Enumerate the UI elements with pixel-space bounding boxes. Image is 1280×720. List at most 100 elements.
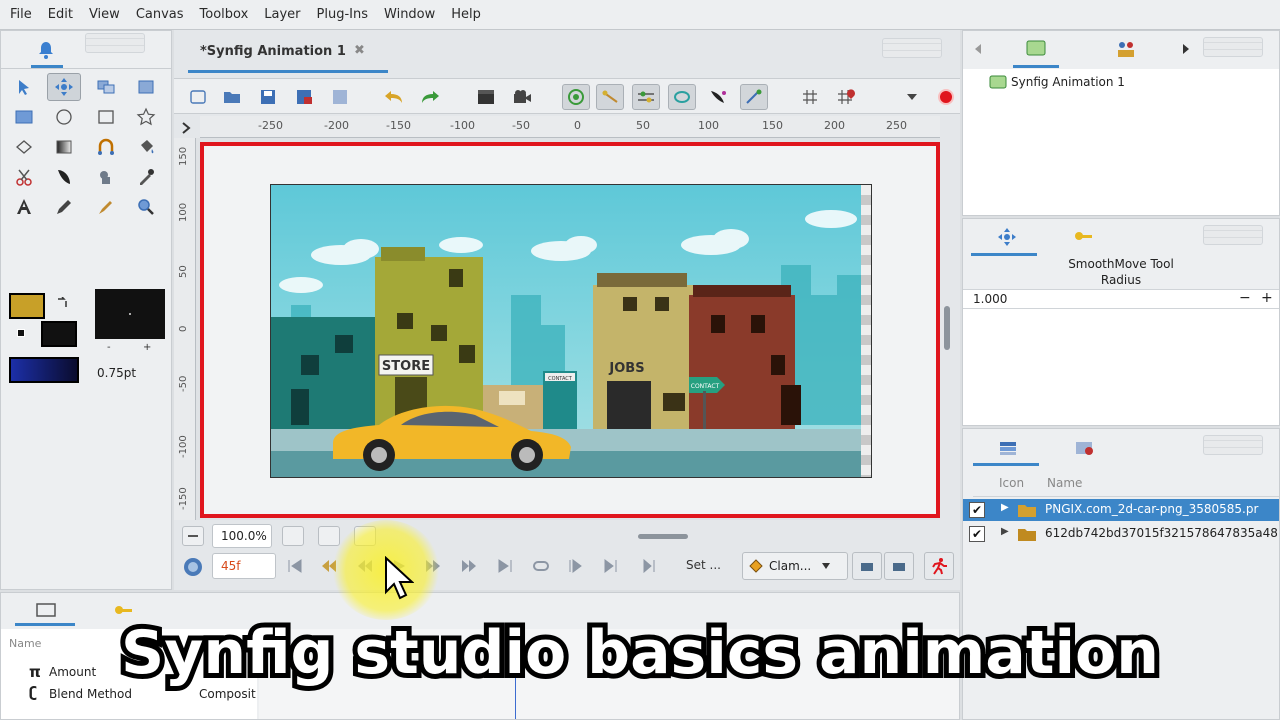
fill-color-swatch[interactable]: [41, 321, 77, 347]
menu-view[interactable]: View: [81, 7, 128, 22]
sets-icon[interactable]: [1073, 439, 1095, 457]
bounds-end-button[interactable]: [634, 553, 664, 579]
canvas-browser-item[interactable]: Synfig Animation 1: [989, 75, 1125, 89]
brush-size-value[interactable]: 0.75pt: [97, 366, 136, 380]
panel-grip[interactable]: [1203, 37, 1263, 57]
bounds-next-button[interactable]: [596, 553, 626, 579]
close-icon[interactable]: ✖: [354, 43, 365, 58]
layers-column-name[interactable]: Name: [1047, 476, 1082, 490]
expand-triangle-icon[interactable]: ▶: [1001, 502, 1009, 513]
smoothmove-tool[interactable]: [47, 73, 81, 101]
fill-tool[interactable]: [129, 133, 163, 161]
menu-canvas[interactable]: Canvas: [128, 7, 192, 22]
menu-plugins[interactable]: Plug-Ins: [309, 7, 376, 22]
rectangle-tool[interactable]: [89, 103, 123, 131]
toggle-bone-button[interactable]: [704, 84, 732, 110]
toggle-tangent-button[interactable]: [596, 84, 624, 110]
menu-edit[interactable]: Edit: [40, 7, 81, 22]
menu-toolbox[interactable]: Toolbox: [192, 7, 257, 22]
library-icon[interactable]: [1115, 39, 1137, 59]
save-as-button[interactable]: [290, 84, 318, 110]
mirror-tool[interactable]: [7, 103, 41, 131]
brush-size-minus[interactable]: -: [107, 342, 111, 353]
layer-row[interactable]: ✔ ▶ 612db742bd37015f321578647835a48: [963, 523, 1279, 545]
open-file-button[interactable]: [218, 84, 246, 110]
circle-tool[interactable]: [47, 103, 81, 131]
chevron-left-icon[interactable]: [973, 43, 983, 55]
menu-file[interactable]: File: [2, 7, 40, 22]
canvas-browser-icon[interactable]: [1025, 39, 1047, 57]
animation-mode-toggle[interactable]: [924, 552, 954, 580]
render-button[interactable]: [472, 84, 500, 110]
spline-tool[interactable]: [89, 133, 123, 161]
set-bounds-button[interactable]: Set ...: [686, 558, 721, 572]
reset-colors-icon[interactable]: [17, 329, 25, 337]
panel-grip[interactable]: [1203, 435, 1263, 455]
polygon-tool[interactable]: [7, 133, 41, 161]
preview-button[interactable]: [508, 84, 536, 110]
new-file-button[interactable]: [184, 84, 212, 110]
toggle-width-button[interactable]: [740, 84, 768, 110]
layers-icon[interactable]: [997, 439, 1019, 457]
panel-grip[interactable]: [85, 33, 145, 53]
tool-options-icon[interactable]: [997, 227, 1017, 247]
layer-visibility-checkbox[interactable]: ✔: [969, 502, 985, 518]
zoom-out-button[interactable]: [182, 526, 204, 546]
toolbar-overflow-button[interactable]: [898, 84, 926, 110]
toggle-radius-button[interactable]: [632, 84, 660, 110]
current-frame-field[interactable]: 45f: [212, 553, 276, 579]
expand-triangle-icon[interactable]: ▶: [1001, 526, 1009, 537]
zoom-field[interactable]: 100.0%: [212, 524, 272, 548]
cutout-tool[interactable]: [7, 163, 41, 191]
scale-tool[interactable]: [89, 73, 123, 101]
seek-begin-button[interactable]: [280, 553, 310, 579]
canvas-workarea[interactable]: STORE CONTACT JOBS CONTACT: [196, 138, 940, 520]
brush-tool[interactable]: [89, 193, 123, 221]
zoom-100-button[interactable]: [318, 526, 340, 546]
radius-increment[interactable]: +: [1261, 290, 1273, 306]
toggle-angle-button[interactable]: [668, 84, 696, 110]
toggle-grid-button[interactable]: [796, 84, 824, 110]
pen-tool[interactable]: [47, 193, 81, 221]
radius-decrement[interactable]: −: [1239, 290, 1251, 306]
radius-value[interactable]: 1.000: [973, 292, 1007, 306]
toggle-ducks-button[interactable]: [562, 84, 590, 110]
zoom-tool[interactable]: [129, 193, 163, 221]
eyedropper-tool[interactable]: [129, 163, 163, 191]
gradient-swatch[interactable]: [9, 357, 79, 383]
bounds-begin-button[interactable]: [560, 553, 590, 579]
swap-colors-icon[interactable]: [56, 297, 68, 309]
feather-tool[interactable]: [47, 163, 81, 191]
panel-grip[interactable]: [1203, 225, 1263, 245]
zoom-fit-button[interactable]: [282, 526, 304, 546]
loop-button[interactable]: [526, 553, 556, 579]
canvas-frame[interactable]: STORE CONTACT JOBS CONTACT: [200, 142, 940, 518]
layer-visibility-checkbox[interactable]: ✔: [969, 526, 985, 542]
rotate-tool[interactable]: [129, 73, 163, 101]
redo-button[interactable]: [416, 84, 444, 110]
record-button[interactable]: [938, 89, 954, 105]
menu-help[interactable]: Help: [443, 7, 489, 22]
key-icon[interactable]: [1073, 227, 1093, 245]
toggle-onion-button[interactable]: [832, 84, 860, 110]
save-button[interactable]: [254, 84, 282, 110]
gradient-tool[interactable]: [47, 133, 81, 161]
outline-color-swatch[interactable]: [9, 293, 45, 319]
star-tool[interactable]: [129, 103, 163, 131]
seek-end-button[interactable]: [490, 553, 520, 579]
brush-size-plus[interactable]: +: [143, 342, 151, 353]
document-tab[interactable]: *Synfig Animation 1 ✖: [188, 38, 388, 74]
menu-window[interactable]: Window: [376, 7, 443, 22]
animation-mode-icon[interactable]: [182, 556, 204, 578]
document-grip[interactable]: [882, 38, 942, 58]
undo-button[interactable]: [380, 84, 408, 110]
chevron-right-icon[interactable]: [1181, 43, 1191, 55]
menu-layer[interactable]: Layer: [256, 7, 308, 22]
layers-column-icon[interactable]: Icon: [999, 476, 1024, 490]
layer-row[interactable]: ✔ ▶ PNGIX.com_2d-car-png_3580585.pr: [963, 499, 1279, 521]
bone-tool[interactable]: [89, 163, 123, 191]
next-keyframe-button[interactable]: [454, 553, 484, 579]
vertical-scrollbar[interactable]: [944, 306, 950, 350]
keyframe-lock-future-button[interactable]: [884, 552, 914, 580]
keyframe-lock-past-button[interactable]: [852, 552, 882, 580]
